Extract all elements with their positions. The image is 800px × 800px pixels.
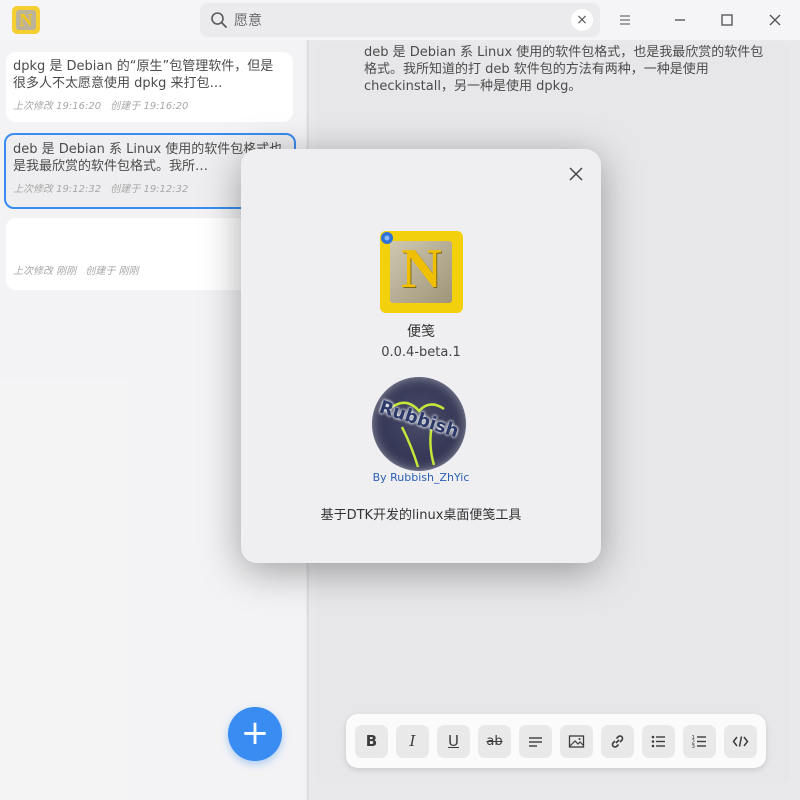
dialog-app-name: 便笺 — [407, 324, 435, 340]
dialog-app-version: 0.0.4-beta.1 — [381, 345, 461, 360]
author-logo: Rubbish — [372, 377, 466, 471]
close-dialog-icon[interactable] — [567, 165, 585, 183]
dialog-app-description: 基于DTK开发的linux桌面便笺工具 — [320, 508, 522, 523]
pin-icon — [381, 232, 393, 244]
about-dialog: N 便笺 0.0.4-beta.1 Rubbish By Rubbish_ZhY… — [241, 149, 601, 563]
app-icon-large: N — [380, 231, 463, 313]
author-link[interactable]: By Rubbish_ZhYic — [241, 471, 601, 484]
